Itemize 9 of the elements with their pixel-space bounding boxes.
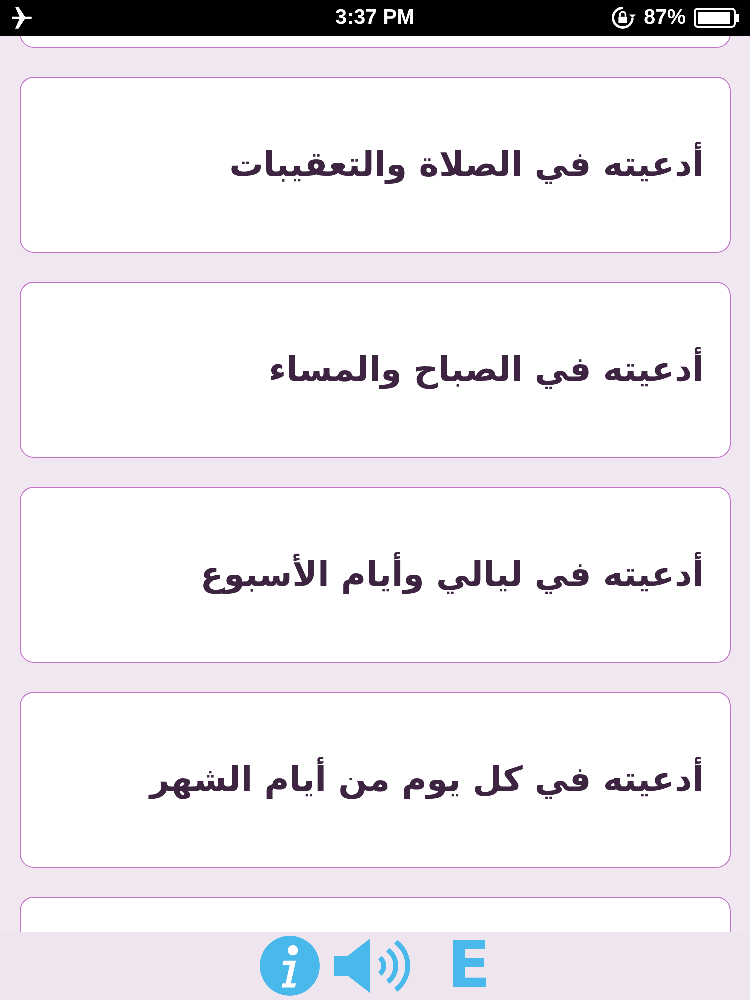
menu-item[interactable]: أدعيته في كل يوم من أيام الشهر	[20, 692, 731, 868]
battery-percent: 87%	[644, 6, 686, 30]
battery-icon	[694, 8, 740, 28]
menu-item[interactable]: أدعيته في الصباح والمساء	[20, 282, 731, 458]
info-button[interactable]	[259, 935, 322, 997]
rotation-lock-icon	[610, 5, 636, 31]
status-time: 3:37 PM	[335, 6, 415, 30]
menu-item[interactable]: أدعيته في ليالي وأيام الأسبوع	[20, 487, 731, 663]
menu-item[interactable]: أدعيته في الصلاة والتعقيبات	[20, 77, 731, 253]
